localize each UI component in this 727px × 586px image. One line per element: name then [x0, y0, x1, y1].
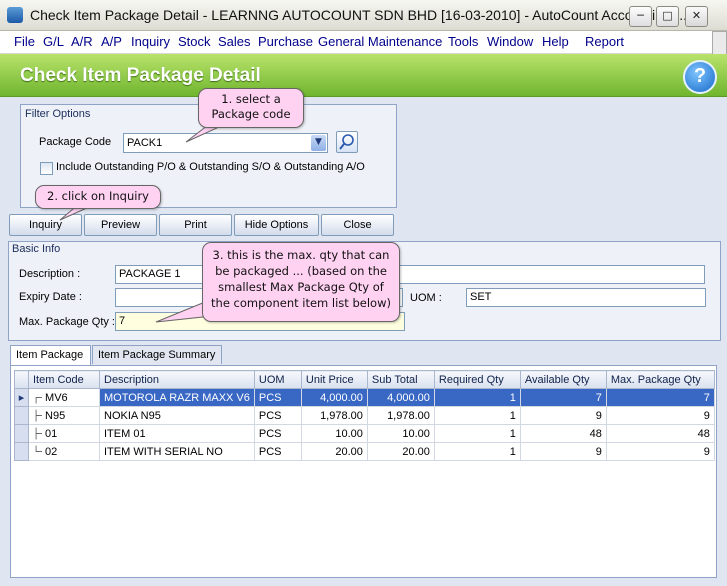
application-window: Check Item Package Detail - LEARNNG AUTO… [0, 0, 727, 586]
callout-3-line-1: 3. this is the max. qty that can [212, 248, 390, 262]
callout-3-line-3: smallest Max Package Qty of [218, 280, 384, 294]
callout-3-line-4: the component item list below) [211, 296, 391, 310]
callout-1-line-1: 1. select a [221, 92, 281, 106]
annotation-callout-2: 2. click on Inquiry [35, 185, 161, 209]
annotation-callout-1: 1. select a Package code [198, 88, 304, 128]
callout-3-line-2: be packaged ... (based on the [215, 264, 387, 278]
callout-1-line-2: Package code [211, 107, 291, 121]
annotation-callout-3: 3. this is the max. qty that can be pack… [202, 242, 400, 322]
